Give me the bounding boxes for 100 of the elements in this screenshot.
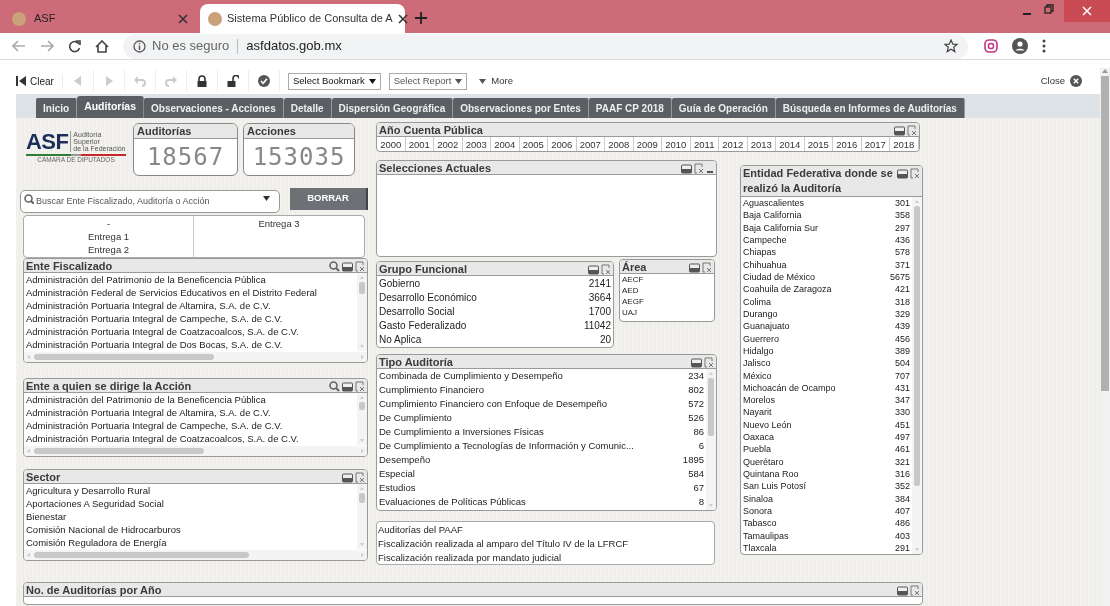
scrollbar-thumb[interactable] xyxy=(1101,76,1109,391)
year-cell[interactable]: 2017 xyxy=(861,137,890,151)
list-item[interactable]: AED xyxy=(622,284,712,297)
list-item[interactable]: Morelos xyxy=(743,394,891,407)
search-icon[interactable] xyxy=(329,261,340,272)
year-cell[interactable]: 2006 xyxy=(548,137,577,151)
table-cell[interactable]: Entrega 2 xyxy=(87,243,130,256)
list-item[interactable]: Cumplimiento Financiero con Enfoque de Desempeño xyxy=(379,396,685,412)
close-icon[interactable] xyxy=(397,13,408,24)
home-icon[interactable] xyxy=(95,39,109,53)
year-cell[interactable]: 2007 xyxy=(576,137,605,151)
unlock-icon[interactable] xyxy=(226,75,239,87)
list-item[interactable]: Sonora xyxy=(743,504,891,517)
save-icon[interactable] xyxy=(681,163,692,174)
extension-icon[interactable] xyxy=(984,39,998,53)
forward-icon[interactable] xyxy=(40,40,54,52)
sheet-tab[interactable]: Auditorías xyxy=(77,96,145,118)
check-circle-icon[interactable] xyxy=(257,75,270,87)
list-item[interactable]: Hidalgo xyxy=(743,344,891,357)
save-icon[interactable] xyxy=(689,262,700,273)
list-item[interactable]: Puebla xyxy=(743,443,891,456)
page-scrollbar[interactable] xyxy=(1100,68,1110,606)
list-item[interactable]: Nayarit xyxy=(743,406,891,419)
table-cell[interactable]: - xyxy=(106,217,111,230)
list-item[interactable]: Estudios xyxy=(379,480,690,496)
clear-selection-icon[interactable] xyxy=(355,261,365,272)
list-item[interactable]: Aportaciones A Seguridad Social xyxy=(26,497,355,510)
list-item[interactable]: Comisión Nacional de Hidrocarburos xyxy=(26,523,355,536)
horizontal-scrollbar[interactable] xyxy=(24,352,367,362)
list-item[interactable]: Administración del Patrimonio de la Beneficencia Pública xyxy=(26,393,355,406)
list-item[interactable]: Desempeño xyxy=(379,452,679,468)
list-item[interactable]: Aguascalientes xyxy=(743,197,891,210)
list-item[interactable]: Administración Portuaria Integral de Coatzacoalcos, S.A. de C.V. xyxy=(26,432,355,445)
close-button[interactable]: Close xyxy=(1040,73,1082,89)
list-item[interactable]: AECF xyxy=(622,273,712,286)
vertical-scrollbar[interactable] xyxy=(357,484,367,549)
list-item[interactable]: Oaxaca xyxy=(743,431,891,444)
sheet-tab[interactable]: Detalle xyxy=(283,98,332,118)
year-cell[interactable]: 2000 xyxy=(377,137,406,151)
list-item[interactable]: Fiscalización realizada por mandato judicial xyxy=(377,551,714,565)
list-item[interactable]: Tamaulipas xyxy=(743,529,891,542)
bookmark-dropdown[interactable]: Select Bookmark xyxy=(287,72,381,90)
browser-tab[interactable]: Sistema Público de Consulta de A xyxy=(200,4,405,33)
vertical-scrollbar[interactable] xyxy=(357,273,367,351)
list-item[interactable]: Ciudad de México xyxy=(743,271,886,284)
list-item[interactable]: Michoacán de Ocampo xyxy=(743,381,891,394)
sheet-tab[interactable]: Dispersión Geográfica xyxy=(331,98,454,118)
list-item[interactable]: Baja California Sur xyxy=(743,221,891,234)
sheet-tab[interactable]: PAAF CP 2018 xyxy=(588,98,672,118)
browser-tab[interactable]: ASF xyxy=(0,4,200,33)
save-icon[interactable] xyxy=(342,381,353,392)
year-cell[interactable]: 2005 xyxy=(519,137,548,151)
list-item[interactable]: Nuevo León xyxy=(743,418,891,431)
year-cell[interactable]: 2016 xyxy=(833,137,862,151)
list-item[interactable]: Administración Federal de Servicios Educativos en el Distrito Federal xyxy=(26,286,355,299)
list-item[interactable]: Fiscalización realizada al amparo del Título IV de la LFRCF xyxy=(377,537,714,551)
list-item[interactable]: Jalisco xyxy=(743,357,891,370)
list-item[interactable]: Administración del Patrimonio de la Beneficencia Pública xyxy=(26,273,355,286)
year-cell[interactable]: 2015 xyxy=(804,137,833,151)
account-icon[interactable] xyxy=(1012,38,1028,54)
list-item[interactable]: Tlaxcala xyxy=(743,541,891,554)
list-item[interactable]: De Cumplimiento a Inversiones Físicas xyxy=(379,424,690,440)
list-item[interactable]: Combinada de Cumplimiento y Desempeño xyxy=(379,368,685,384)
list-item[interactable]: Sinaloa xyxy=(743,492,891,505)
list-item[interactable]: Administración Portuaria Integral de Campeche, S.A. de C.V. xyxy=(26,419,355,432)
list-item[interactable]: Chiapas xyxy=(743,246,891,259)
list-item[interactable]: De Cumplimiento a Tecnologías de Información y Comunic... xyxy=(379,438,695,454)
list-item[interactable]: San Luis Potosí xyxy=(743,480,891,493)
restore-icon[interactable] xyxy=(1044,4,1054,14)
clear-selection-icon[interactable] xyxy=(910,585,920,596)
sheet-tab[interactable]: Búsqueda en Informes de Auditorías xyxy=(775,98,965,118)
table-cell[interactable]: Entrega 1 xyxy=(87,230,130,243)
list-item[interactable]: Administración Portuaria Integral de Campeche, S.A. de C.V. xyxy=(26,312,355,325)
list-item[interactable]: Desarrollo Económico xyxy=(379,289,585,305)
list-item[interactable]: Querétaro xyxy=(743,455,891,468)
list-item[interactable]: Durango xyxy=(743,307,891,320)
list-item[interactable]: Evaluaciones de Políticas Públicas xyxy=(379,494,695,510)
clear-button[interactable]: Clear xyxy=(16,73,63,89)
list-item[interactable]: Coahuila de Zaragoza xyxy=(743,283,891,296)
list-item[interactable]: Auditorías del PAAF xyxy=(377,523,714,537)
sheet-tab[interactable]: Inicio xyxy=(36,98,78,118)
back-icon[interactable] xyxy=(12,40,26,52)
search-field[interactable]: Buscar Ente Fiscalizado, Auditoría o Acción xyxy=(20,189,280,213)
year-cell[interactable]: 2013 xyxy=(747,137,776,151)
reload-icon[interactable] xyxy=(68,39,81,53)
clear-selection-icon[interactable] xyxy=(910,168,920,179)
save-icon[interactable] xyxy=(897,168,908,179)
clear-selection-icon[interactable] xyxy=(907,125,917,136)
year-cell[interactable]: 2010 xyxy=(662,137,691,151)
clear-button[interactable]: BORRAR xyxy=(290,187,368,210)
list-item[interactable]: Guerrero xyxy=(743,332,891,345)
list-item[interactable]: AEGF xyxy=(622,295,712,308)
vertical-scrollbar[interactable] xyxy=(706,369,716,510)
list-item[interactable]: Guanajuato xyxy=(743,320,891,333)
year-cell[interactable]: 2009 xyxy=(633,137,662,151)
sheet-tab[interactable]: Observaciones - Acciones xyxy=(144,98,284,118)
clear-selection-icon[interactable] xyxy=(694,163,704,174)
year-cell[interactable]: 2004 xyxy=(491,137,520,151)
list-item[interactable]: De Cumplimiento xyxy=(379,410,685,426)
year-cell[interactable]: 2002 xyxy=(434,137,463,151)
